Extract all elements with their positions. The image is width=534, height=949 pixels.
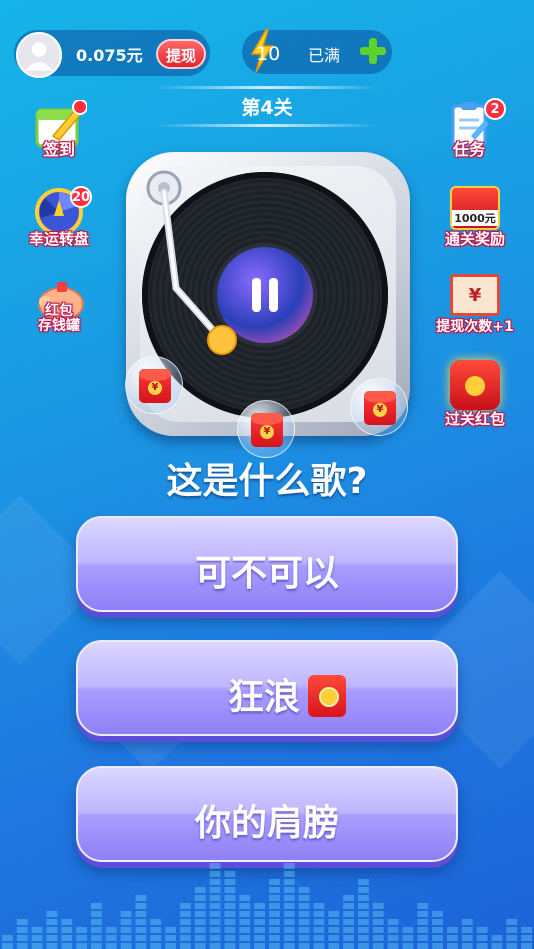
user-balance-pill: 0.075元 提现 [14,30,210,78]
piggy-bank-label-line1: 红包 [45,303,73,319]
withdraw-button[interactable]: 提现 [156,39,206,69]
redpacket-bubble[interactable]: ¥ [237,400,295,458]
answer-text: 你的肩膀 [194,803,339,844]
level-header: 第4关 [155,84,379,130]
clear-reward-label: 通关奖励 [444,230,505,248]
divider [155,86,379,89]
level-redpacket-icon [450,360,500,410]
level-redpacket-button[interactable]: 过关红包 [430,360,520,440]
withdraw-ticket-icon: ¥ [450,274,500,316]
equalizer-decoration [2,863,532,949]
withdraw-count-button[interactable]: ¥ 提现次数+1 [430,274,520,354]
user-avatar-icon [25,42,53,71]
redpacket-coin-icon [465,376,485,396]
question-text: 这是什么歌? [166,461,368,502]
redpacket-bubble[interactable]: ¥ [125,356,183,414]
balance-amount: 0.075元 [76,46,143,65]
redpacket-bubble[interactable]: ¥ [350,378,408,436]
yuan-icon: ¥ [148,381,162,395]
answer-text: 可不可以 [194,553,339,594]
yuan-icon: ¥ [373,403,387,417]
redpacket-icon [308,675,346,717]
pause-icon[interactable] [246,274,284,316]
withdraw-count-label: 提现次数+1 [436,319,514,335]
piggy-bank-label: 红包 存钱罐 [14,304,104,334]
checkin-button[interactable]: 签到 [14,100,104,180]
redpacket-icon: ¥ [139,369,171,403]
answer-option-1[interactable]: 可不可以 [76,516,458,612]
yuan-icon: ¥ [468,285,482,306]
reward-amount: 1000元 [452,210,498,226]
tasks-badge: 2 [484,98,506,120]
add-energy-icon[interactable] [358,36,388,66]
piggy-bank-button[interactable]: 红包 存钱罐 [14,276,104,356]
tasks-button[interactable]: 2 任务 [424,98,514,180]
avatar[interactable] [16,32,62,78]
clear-reward-button[interactable]: 1000元 通关奖励 [430,186,520,266]
energy-count: 10 [256,43,281,65]
divider [155,124,379,127]
piggy-bank-label-line2: 存钱罐 [38,318,80,334]
answer-text: 狂浪 [227,677,300,718]
lucky-wheel-label: 幸运转盘 [28,230,89,248]
tasks-label: 任务 [452,140,485,159]
level-title: 第4关 [241,97,293,119]
level-redpacket-label: 过关红包 [444,410,505,428]
tonearm-icon [146,170,237,355]
answer-label: 可不可以 [78,544,456,596]
top-bar: 0.075元 提现 10 已满 [14,28,520,80]
checkin-label: 签到 [42,140,75,159]
clear-reward-icon: 1000元 [450,186,500,230]
answer-label: 你的肩膀 [78,794,456,846]
energy-pill: 10 已满 [242,29,392,74]
answer-label: 狂浪 [78,668,456,720]
energy-status: 已满 [308,46,341,65]
redpacket-icon: ¥ [251,413,283,447]
lucky-wheel-button[interactable]: 20 幸运转盘 [14,186,104,266]
yuan-icon: ¥ [260,425,274,439]
redpacket-icon: ¥ [364,391,396,425]
lucky-wheel-badge: 20 [70,186,93,208]
answer-option-2[interactable]: 狂浪 [76,640,458,736]
answer-option-3[interactable]: 你的肩膀 [76,766,458,862]
